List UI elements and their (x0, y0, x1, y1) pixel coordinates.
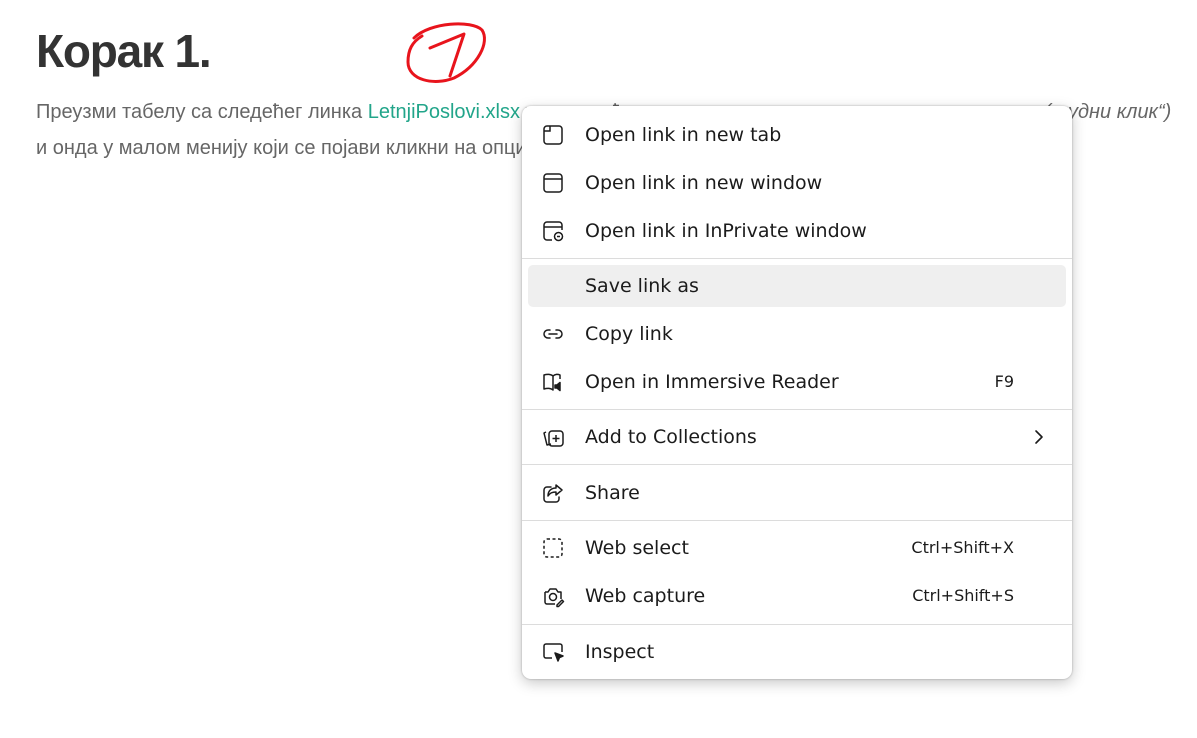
menu-item-label: Web capture (585, 585, 706, 607)
menu-item-shortcut: Ctrl+Shift+S (912, 586, 1014, 605)
menu-separator (522, 258, 1072, 259)
menu-item-label: Inspect (585, 641, 655, 663)
menu-separator (522, 520, 1072, 521)
inprivate-window-icon (541, 219, 565, 243)
menu-item-immersive-reader[interactable]: Open in Immersive Reader F9 (528, 361, 1066, 403)
paragraph-text: Преузми табелу са следећег линка (36, 101, 368, 123)
menu-item-copy-link[interactable]: Copy link (528, 313, 1066, 355)
file-download-link[interactable]: LetnjiPoslovi.xlsx (368, 101, 520, 123)
link-icon (541, 322, 565, 346)
menu-item-label: Open link in InPrivate window (585, 220, 867, 242)
menu-item-web-select[interactable]: Web select Ctrl+Shift+X (528, 527, 1066, 569)
menu-item-save-link-as[interactable]: Save link as (528, 265, 1066, 307)
menu-item-label: Open link in new tab (585, 124, 782, 146)
new-tab-icon (541, 123, 565, 147)
immersive-reader-icon (541, 370, 565, 394)
chevron-right-icon (1030, 428, 1048, 446)
menu-item-open-link-new-window[interactable]: Open link in new window (528, 162, 1066, 204)
menu-item-open-link-inprivate[interactable]: Open link in InPrivate window (528, 210, 1066, 252)
menu-item-inspect[interactable]: Inspect (528, 631, 1066, 673)
share-icon (541, 481, 565, 505)
menu-item-label: Save link as (585, 275, 699, 297)
menu-item-web-capture[interactable]: Web capture Ctrl+Shift+S (528, 575, 1066, 617)
page-title: Корак 1. (36, 25, 212, 77)
menu-item-label: Open link in new window (585, 172, 823, 194)
web-capture-icon (541, 584, 565, 608)
menu-item-label: Add to Collections (585, 426, 757, 448)
menu-item-shortcut: Ctrl+Shift+X (911, 538, 1014, 557)
menu-separator (522, 624, 1072, 625)
menu-item-share[interactable]: Share (528, 472, 1066, 514)
menu-item-open-link-new-tab[interactable]: Open link in new tab (528, 114, 1066, 156)
menu-item-label: Web select (585, 537, 689, 559)
menu-separator (522, 409, 1072, 410)
menu-item-add-to-collections[interactable]: Add to Collections (528, 416, 1066, 458)
inspect-icon (541, 640, 565, 664)
menu-item-label: Copy link (585, 323, 673, 345)
annotation-marker-1 (406, 22, 486, 83)
collections-icon (541, 425, 565, 449)
web-select-icon (541, 536, 565, 560)
menu-item-label: Share (585, 482, 640, 504)
context-menu: Open link in new tab Open link in new wi… (522, 106, 1072, 679)
menu-item-shortcut: F9 (994, 372, 1014, 391)
menu-separator (522, 464, 1072, 465)
menu-item-label: Open in Immersive Reader (585, 371, 839, 393)
new-window-icon (541, 171, 565, 195)
